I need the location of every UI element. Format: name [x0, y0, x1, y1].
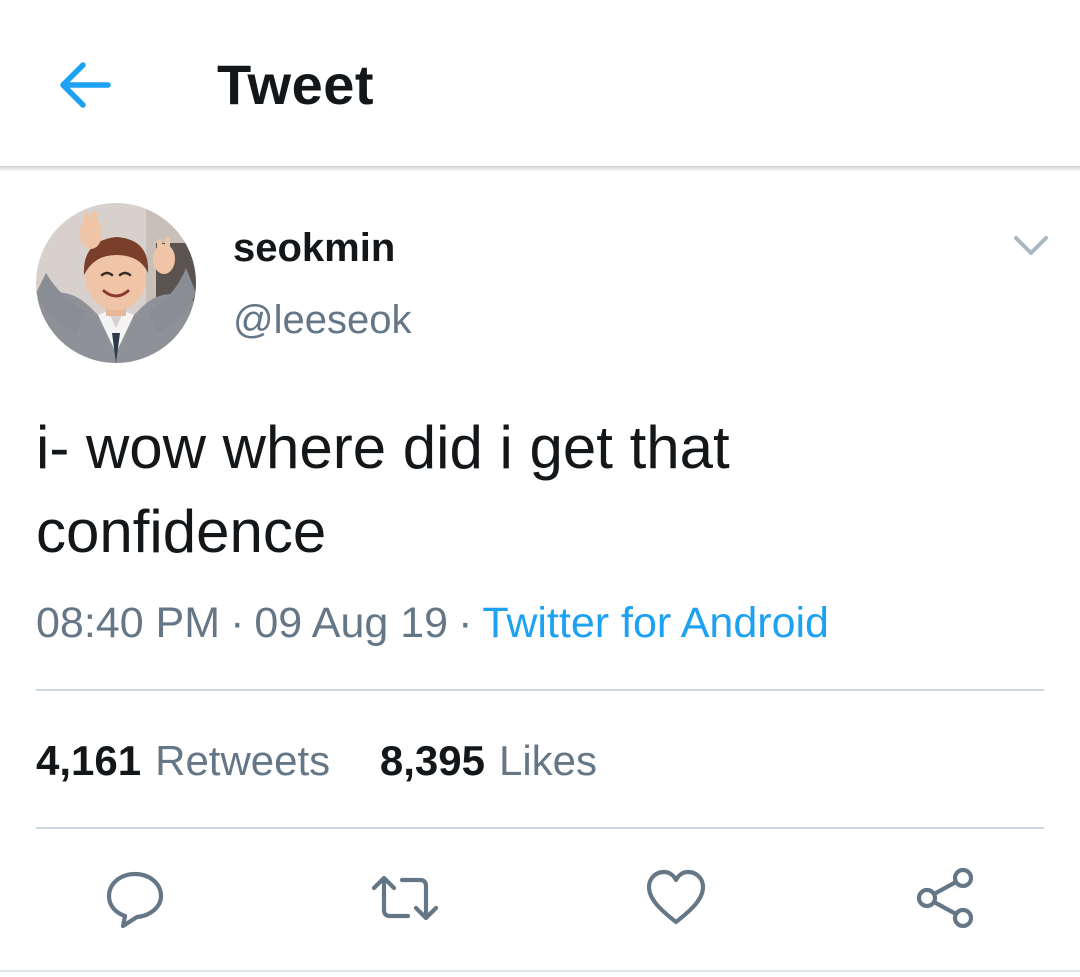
retweets-count: 4,161 [36, 737, 142, 784]
retweets-stat[interactable]: 4,161 Retweets [36, 734, 330, 788]
top-app-bar: Tweet [0, 0, 1080, 168]
tweet-stats: 4,161 Retweets 8,395 Likes [36, 734, 597, 788]
page-title: Tweet [217, 53, 375, 116]
user-handle[interactable]: @leeseok [233, 296, 411, 344]
heart-icon [646, 869, 706, 925]
tweet-meta: 08:40 PM · 09 Aug 19 · Twitter for Android [36, 596, 829, 650]
likes-label: Likes [498, 737, 598, 784]
tweet-options-button[interactable] [1010, 228, 1052, 264]
back-button[interactable] [56, 56, 114, 114]
divider [36, 689, 1044, 691]
divider [36, 827, 1044, 829]
likes-count: 8,395 [379, 737, 485, 784]
tweet-text-line: i- wow where did i get that [36, 414, 730, 481]
tweet-time: 08:40 PM [36, 599, 221, 647]
tweet-date: 09 Aug 19 [254, 599, 449, 647]
meta-separator: · [458, 599, 473, 647]
retweets-label: Retweets [155, 737, 331, 784]
retweet-button[interactable] [370, 866, 439, 930]
divider [0, 970, 1080, 972]
header-divider [0, 166, 1080, 172]
tweet-text: i- wow where did i get that confidence [36, 406, 1036, 574]
arrow-left-icon [60, 62, 111, 108]
avatar[interactable] [36, 203, 196, 363]
chevron-down-icon [1014, 236, 1048, 255]
retweet-icon [371, 875, 439, 921]
tweet-text-line: confidence [36, 498, 327, 565]
likes-stat[interactable]: 8,395 Likes [380, 734, 597, 788]
like-button[interactable] [644, 866, 708, 930]
share-button[interactable] [913, 866, 977, 930]
share-icon [916, 867, 974, 929]
meta-separator: · [230, 599, 245, 647]
profile-photo [36, 203, 196, 363]
reply-button[interactable] [103, 866, 167, 930]
reply-icon [106, 871, 164, 929]
tweet-source-link[interactable]: Twitter for Android [482, 599, 829, 647]
display-name[interactable]: seokmin [233, 224, 395, 272]
